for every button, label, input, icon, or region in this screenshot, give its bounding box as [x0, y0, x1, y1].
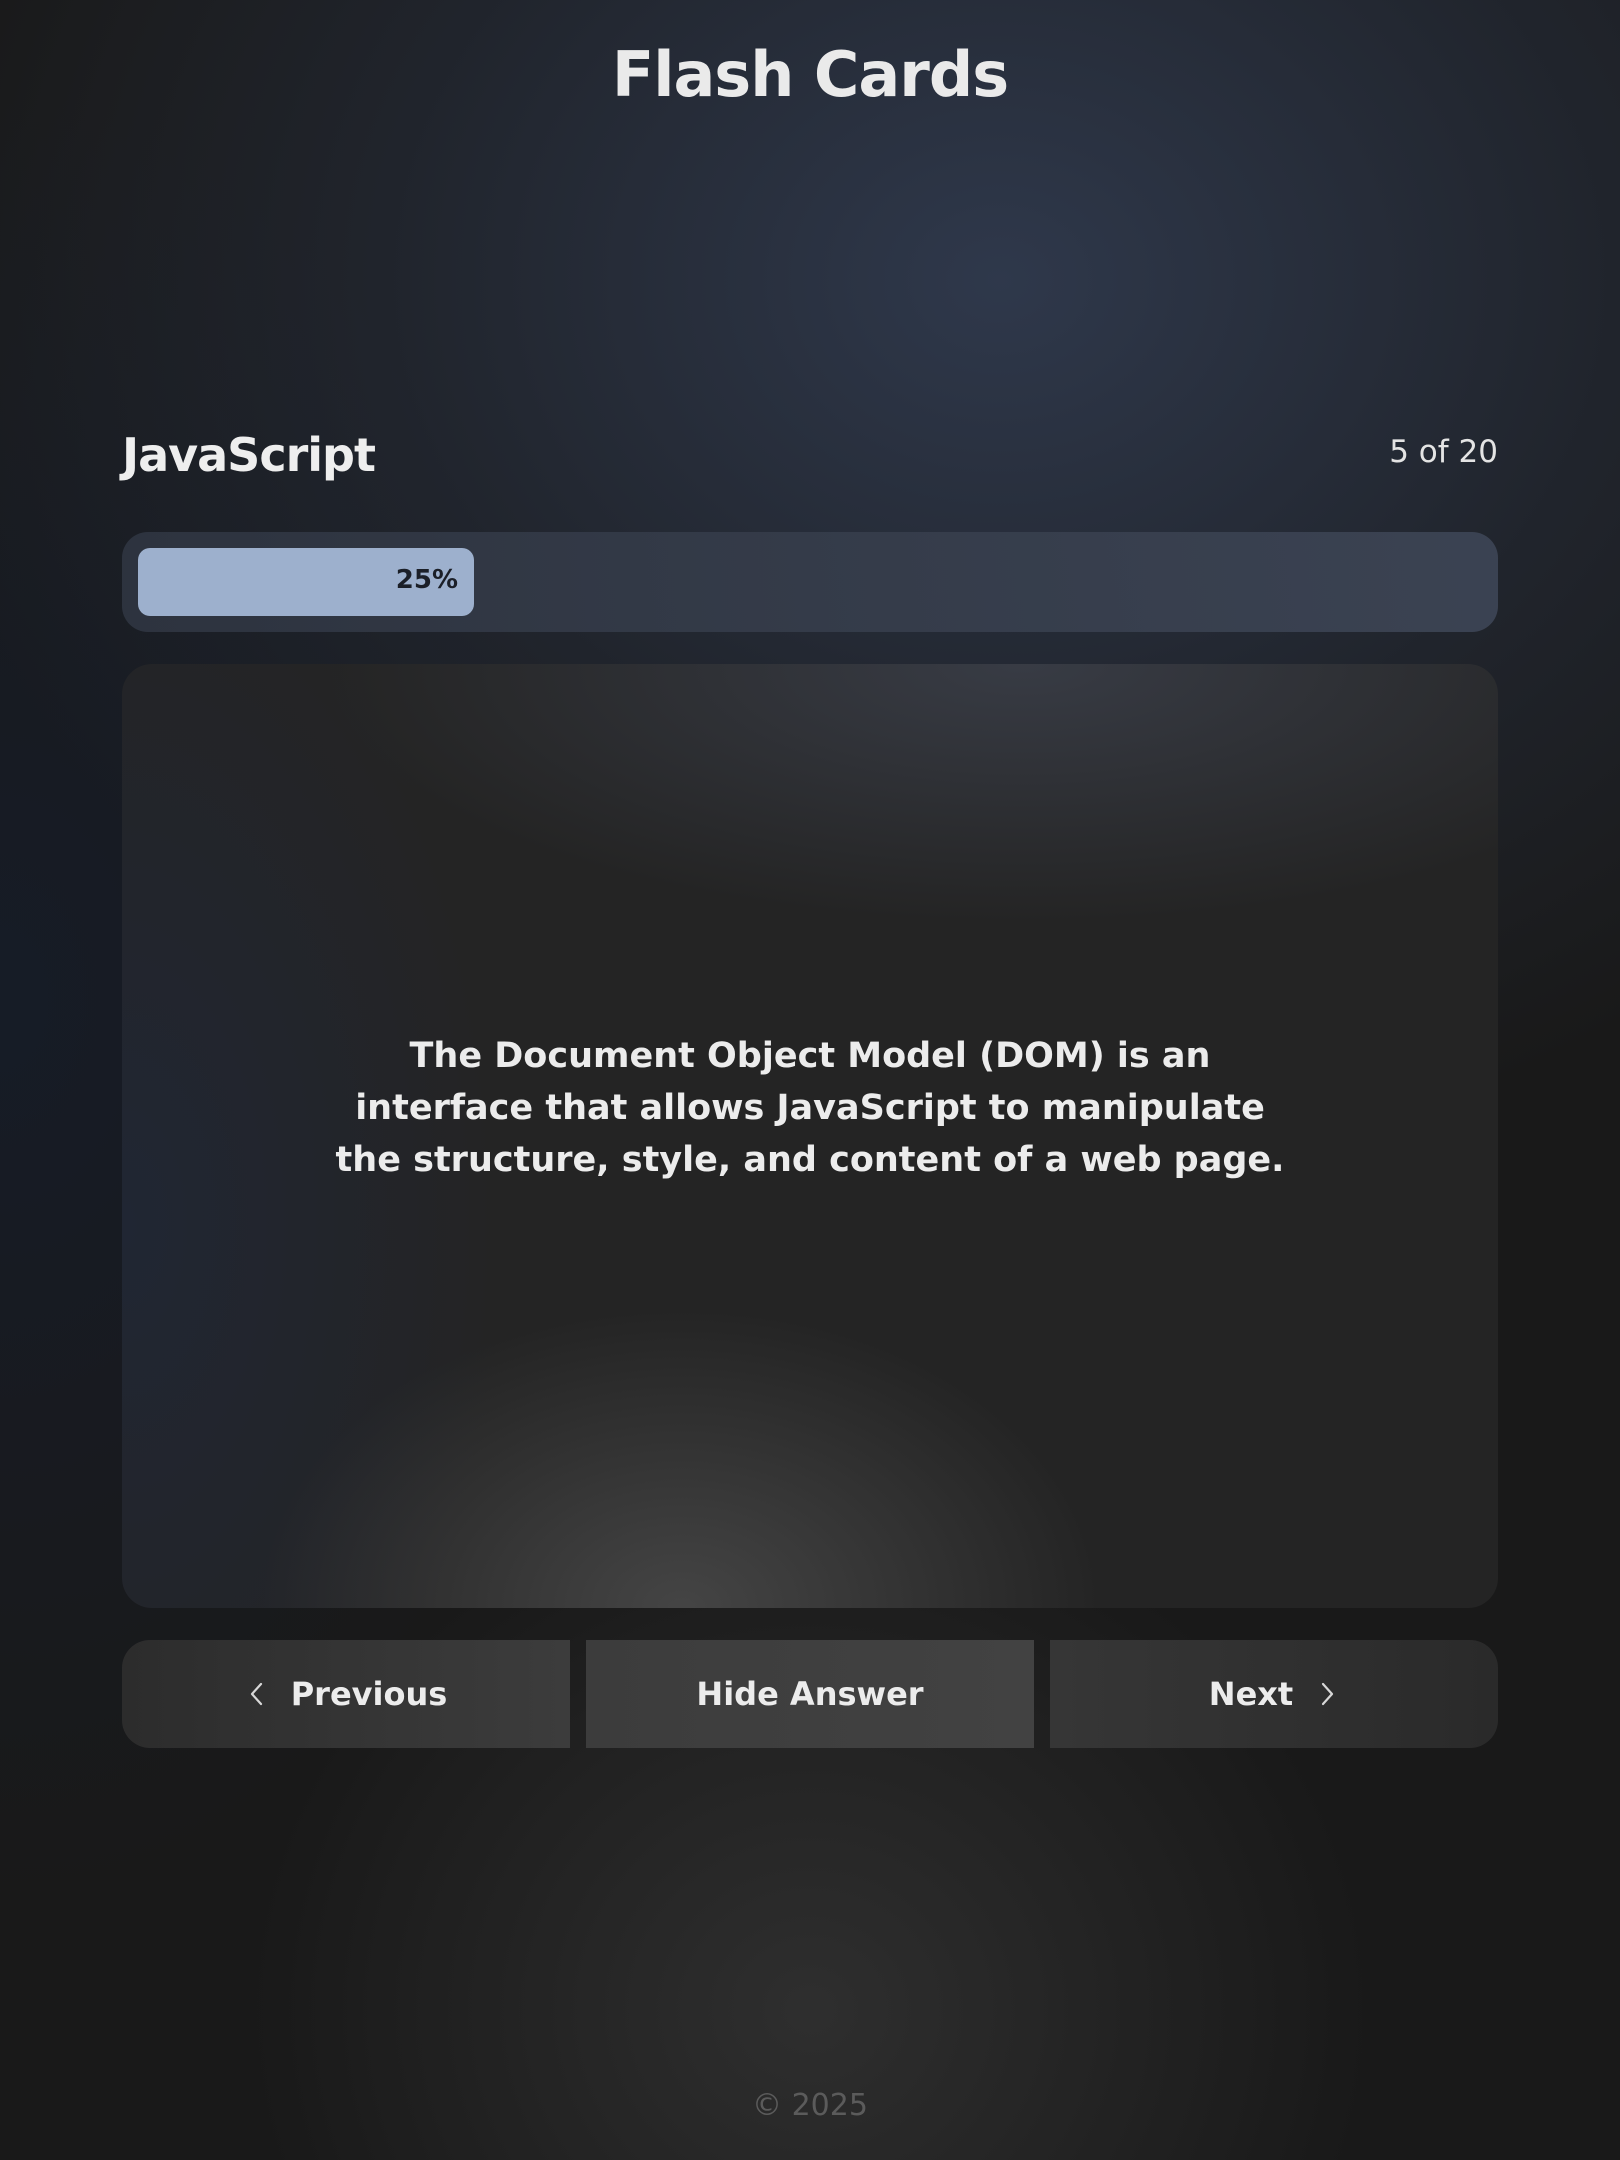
card-text: The Document Object Model (DOM) is an in…	[335, 1036, 1285, 1180]
chevron-left-icon	[250, 1682, 262, 1706]
card-controls: Previous Hide Answer Next	[122, 1640, 1498, 1748]
deck-header: JavaScript 5 of 20	[122, 420, 1498, 490]
footer-copyright: © 2025	[752, 2088, 868, 2123]
hide-answer-button[interactable]: Hide Answer	[586, 1640, 1034, 1748]
next-button-label: Next	[1208, 1675, 1294, 1713]
previous-button-label: Previous	[290, 1675, 448, 1713]
progress-label: 25%	[395, 565, 458, 595]
progress-bar: 25%	[122, 532, 1498, 632]
flash-card[interactable]: The Document Object Model (DOM) is an in…	[122, 664, 1498, 1608]
progress-fill: 25%	[138, 548, 474, 616]
hide-answer-button-label: Hide Answer	[696, 1675, 924, 1713]
app-title: Flash Cards	[611, 38, 1009, 111]
card-counter: 5 of 20	[1389, 434, 1498, 470]
previous-button[interactable]: Previous	[122, 1640, 570, 1748]
deck-name: JavaScript	[122, 428, 376, 482]
chevron-right-icon	[1322, 1682, 1334, 1706]
next-button[interactable]: Next	[1050, 1640, 1498, 1748]
